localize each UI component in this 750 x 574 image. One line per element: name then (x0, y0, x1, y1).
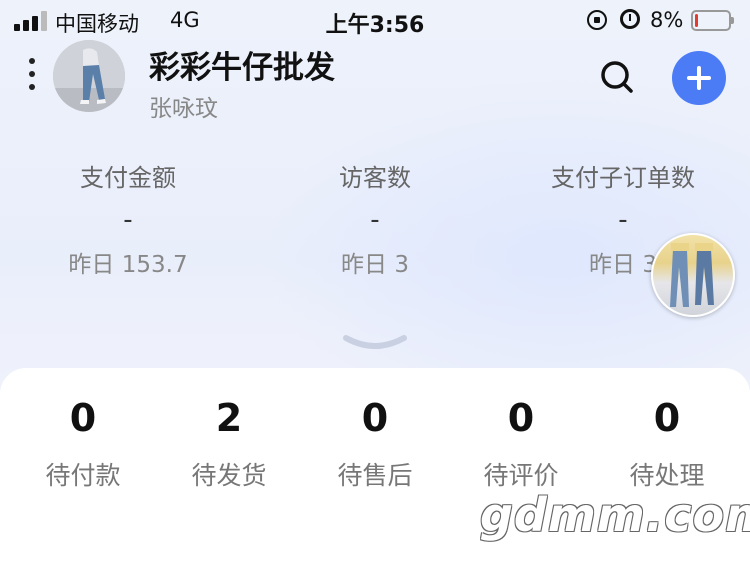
stat-label: 访客数 (339, 164, 411, 192)
search-icon[interactable] (600, 60, 634, 94)
order-count: 0 (69, 396, 97, 440)
order-count: 0 (653, 396, 681, 440)
rotation-lock-icon (587, 10, 607, 30)
shop-avatar[interactable] (53, 40, 125, 112)
order-count: 2 (215, 396, 243, 440)
stat-visitors[interactable]: 访客数 - 昨日 3 (250, 158, 500, 279)
order-label: 待评价 (483, 461, 559, 490)
order-pending-handling[interactable]: 0 待处理 (594, 396, 740, 492)
order-status-card: 0 待付款 2 待发货 0 待售后 0 待评价 0 待处理 (0, 368, 750, 574)
expand-chevron-icon[interactable] (342, 332, 408, 356)
owner-name: 张咏玟 (149, 96, 218, 122)
stat-value: - (618, 205, 628, 235)
status-bar: 中国移动 4G 上午3:56 8% (0, 0, 750, 40)
battery-percent: 8% (650, 8, 684, 32)
more-menu-icon[interactable] (27, 58, 37, 92)
shop-name[interactable]: 彩彩牛仔批发 (149, 42, 335, 87)
order-count: 0 (361, 396, 389, 440)
battery-icon (691, 10, 734, 31)
order-after-sales[interactable]: 0 待售后 (302, 396, 448, 492)
order-pending-review[interactable]: 0 待评价 (448, 396, 594, 492)
stat-value: - (123, 205, 133, 235)
stat-label: 支付子订单数 (551, 164, 695, 192)
order-label: 待发货 (191, 461, 267, 490)
stat-yesterday: 昨日 3 (341, 252, 409, 278)
order-pending-shipment[interactable]: 2 待发货 (156, 396, 302, 492)
watermark: gdmm.com (480, 488, 750, 542)
stat-value: - (370, 205, 380, 235)
stat-yesterday: 昨日 153.7 (68, 252, 188, 278)
order-pending-payment[interactable]: 0 待付款 (10, 396, 156, 492)
order-label: 待处理 (629, 461, 705, 490)
add-button[interactable] (672, 51, 726, 105)
floating-product-thumbnail[interactable] (651, 233, 735, 317)
order-count: 0 (507, 396, 535, 440)
order-label: 待售后 (337, 461, 413, 490)
alarm-icon (620, 9, 640, 29)
stat-label: 支付金额 (80, 164, 176, 192)
stat-payment-amount[interactable]: 支付金额 - 昨日 153.7 (3, 158, 253, 279)
order-label: 待付款 (45, 461, 121, 490)
